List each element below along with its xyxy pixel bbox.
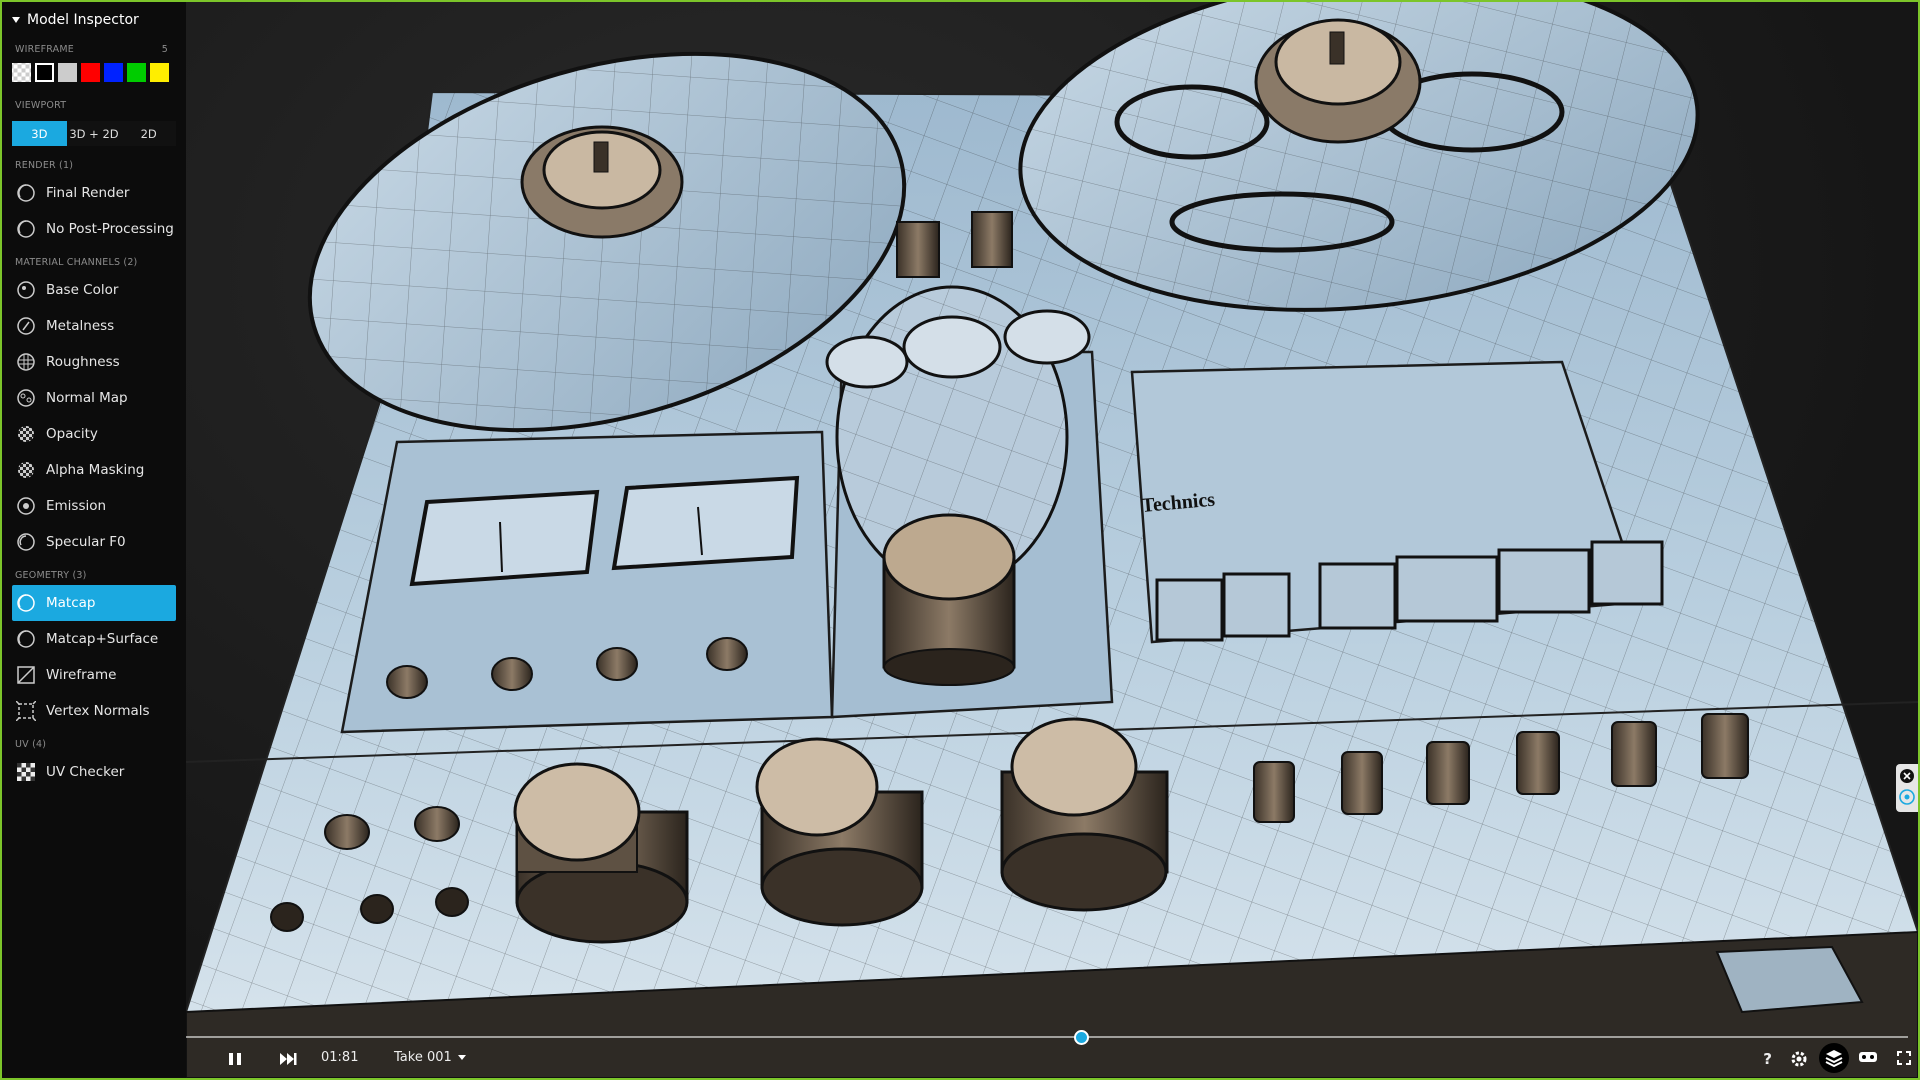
menu-item-specular-f0[interactable]: Specular F0 — [12, 524, 176, 560]
pause-button[interactable] — [226, 1050, 244, 1068]
wireframe-color-swatches — [2, 63, 186, 82]
menu-item-label: Normal Map — [46, 390, 128, 406]
tape-deck-model: Technics — [185, 2, 1918, 1078]
help-icon: ? — [1763, 1050, 1772, 1068]
menu-item-alpha-masking[interactable]: Alpha Masking — [12, 452, 176, 488]
metalness-icon — [16, 316, 36, 336]
playback-time: 01:81 — [321, 1050, 359, 1065]
timeline-track[interactable] — [186, 1036, 1908, 1038]
take-label: Take 001 — [394, 1050, 452, 1065]
menu-item-label: Roughness — [46, 354, 120, 370]
wireframe-label: WIREFRAME — [15, 44, 74, 55]
app-frame: Technics Model Inspector WIREFRAME 5 VIE… — [0, 0, 1920, 1080]
layers-icon — [1819, 1043, 1849, 1073]
menu-item-opacity[interactable]: Opacity — [12, 416, 176, 452]
close-icon[interactable] — [1900, 769, 1914, 783]
model-inspector-panel: Model Inspector WIREFRAME 5 VIEWPORT 3D … — [2, 2, 186, 1078]
render-mode-icon — [16, 183, 36, 203]
opacity-icon — [16, 424, 36, 444]
viewport-option-3d-2d[interactable]: 3D + 2D — [67, 121, 122, 146]
side-tool-tabs — [1896, 764, 1918, 812]
menu-item-uv-checker[interactable]: UV Checker — [12, 754, 176, 790]
take-selector[interactable]: Take 001 — [394, 1050, 466, 1065]
wireframe-opacity-value: 5 — [161, 44, 168, 55]
viewport-option-2d[interactable]: 2D — [121, 121, 176, 146]
vertex-normals-icon — [16, 701, 36, 721]
emission-icon — [16, 496, 36, 516]
render-mode-icon — [16, 219, 36, 239]
alpha-mask-icon — [16, 460, 36, 480]
panel-title: Model Inspector — [27, 12, 139, 28]
menu-item-label: No Post-Processing — [46, 221, 174, 237]
info-icon[interactable] — [1899, 789, 1915, 805]
viewport-mode-toggle: 3D 3D + 2D 2D — [12, 121, 176, 146]
menu-item-label: Metalness — [46, 318, 115, 334]
chevron-down-icon — [457, 1055, 466, 1060]
menu-item-vertex-normals[interactable]: Vertex Normals — [12, 693, 176, 729]
menu-item-label: Matcap+Surface — [46, 631, 159, 647]
menu-item-final-render[interactable]: Final Render — [12, 175, 176, 211]
help-button[interactable]: ? — [1763, 1050, 1772, 1068]
menu-item-label: Base Color — [46, 282, 119, 298]
swatch-black[interactable] — [35, 63, 54, 82]
wireframe-icon — [16, 665, 36, 685]
playback-bar: 01:81 Take 001 ? — [186, 1026, 1918, 1078]
menu-item-base-color[interactable]: Base Color — [12, 272, 176, 308]
model-inspector-header[interactable]: Model Inspector — [2, 2, 186, 38]
menu-item-metalness[interactable]: Metalness — [12, 308, 176, 344]
swatch-yellow[interactable] — [150, 63, 169, 82]
menu-item-label: Wireframe — [46, 667, 117, 683]
menu-item-label: Matcap — [46, 595, 96, 611]
material-channels-label: MATERIAL CHANNELS (2) — [15, 257, 138, 268]
matcap-surface-icon — [16, 629, 36, 649]
specular-icon — [16, 532, 36, 552]
menu-item-label: Opacity — [46, 426, 98, 442]
palette-icon — [16, 280, 36, 300]
pause-icon — [229, 1053, 241, 1065]
vr-headset-icon — [1859, 1052, 1877, 1062]
settings-button[interactable] — [1790, 1050, 1808, 1068]
menu-item-normal-map[interactable]: Normal Map — [12, 380, 176, 416]
swatch-blue[interactable] — [104, 63, 123, 82]
vr-button[interactable] — [1858, 1050, 1878, 1064]
menu-item-label: Vertex Normals — [46, 703, 150, 719]
menu-item-label: Specular F0 — [46, 534, 126, 550]
menu-item-label: Final Render — [46, 185, 130, 201]
menu-item-matcap[interactable]: Matcap — [12, 585, 176, 621]
fullscreen-icon — [1897, 1051, 1911, 1065]
timeline-scrubber[interactable] — [1074, 1030, 1090, 1045]
menu-item-roughness[interactable]: Roughness — [12, 344, 176, 380]
menu-item-label: Alpha Masking — [46, 462, 145, 478]
next-frame-button[interactable] — [278, 1050, 298, 1068]
geometry-label: GEOMETRY (3) — [15, 570, 87, 581]
swatch-green[interactable] — [127, 63, 146, 82]
menu-item-label: Emission — [46, 498, 107, 514]
uv-label: UV (4) — [15, 739, 47, 750]
swatch-red[interactable] — [81, 63, 100, 82]
render-label: RENDER (1) — [15, 160, 74, 171]
swatch-checker[interactable] — [12, 63, 31, 82]
menu-item-no-post-processing[interactable]: No Post-Processing — [12, 211, 176, 247]
menu-item-label: UV Checker — [46, 764, 125, 780]
fullscreen-button[interactable] — [1896, 1050, 1912, 1066]
gear-icon — [1791, 1051, 1807, 1067]
skip-forward-icon — [280, 1053, 297, 1065]
menu-item-matcap-surface[interactable]: Matcap+Surface — [12, 621, 176, 657]
menu-item-wireframe[interactable]: Wireframe — [12, 657, 176, 693]
checker-icon — [16, 762, 36, 782]
menu-item-emission[interactable]: Emission — [12, 488, 176, 524]
viewport-option-3d[interactable]: 3D — [12, 121, 67, 146]
3d-viewport[interactable]: Technics — [2, 2, 1918, 1078]
matcap-icon — [16, 593, 36, 613]
roughness-icon — [16, 352, 36, 372]
viewport-label: VIEWPORT — [15, 100, 67, 111]
layers-button[interactable] — [1818, 1042, 1850, 1074]
collapse-caret-icon[interactable] — [12, 17, 20, 23]
swatch-gray[interactable] — [58, 63, 77, 82]
normal-map-icon — [16, 388, 36, 408]
